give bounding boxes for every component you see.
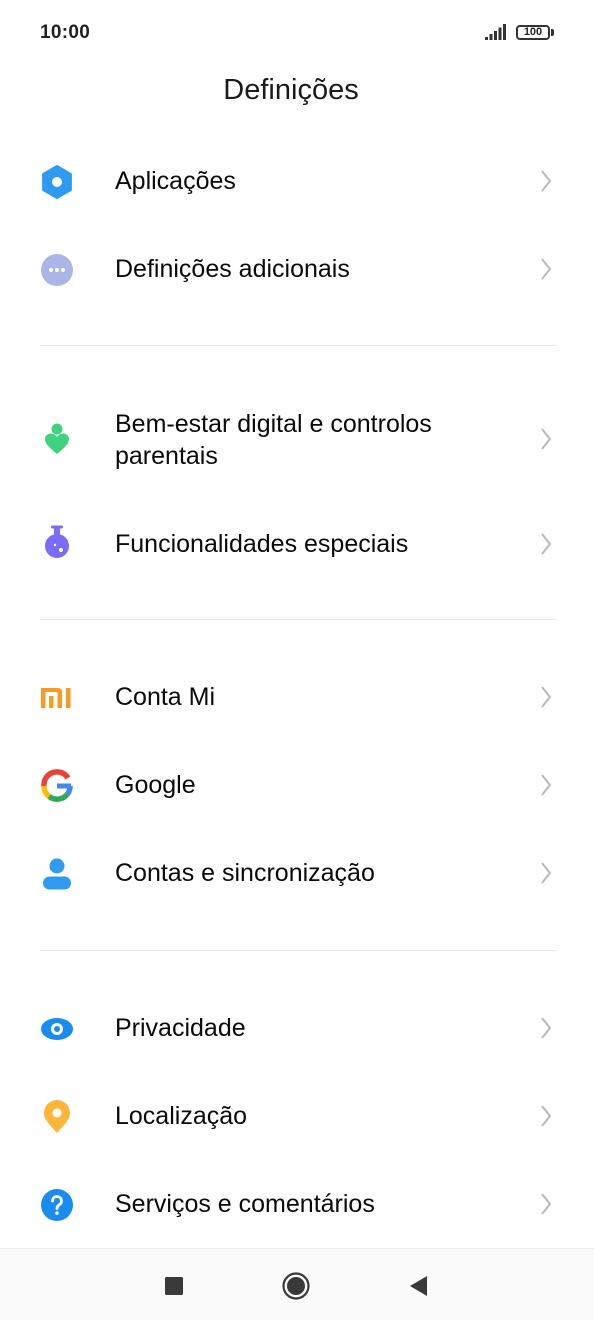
chevron-right-icon: [541, 428, 552, 450]
battery-level: 100: [523, 26, 543, 38]
settings-item-mi-account[interactable]: Conta Mi: [0, 666, 594, 730]
recents-button[interactable]: [157, 1269, 191, 1303]
battery-cap: [551, 29, 554, 36]
chevron-right-icon: [541, 170, 552, 192]
settings-item-accounts-sync[interactable]: Contas e sincronização: [0, 842, 594, 906]
google-logo-icon: [41, 769, 73, 802]
mi-logo-icon: [41, 688, 71, 708]
page-title: Definições: [223, 74, 359, 106]
chevron-right-icon: [541, 862, 552, 884]
status-bar: 10:00 100: [0, 0, 594, 66]
settings-item-label: Serviços e comentários: [115, 1190, 375, 1218]
eye-icon: [41, 1018, 73, 1040]
navigation-bar: [0, 1248, 594, 1320]
section-divider: [40, 619, 556, 620]
settings-item-special-features[interactable]: Funcionalidades especiais: [0, 512, 594, 576]
settings-item-additional-settings[interactable]: Definições adicionais: [0, 238, 594, 302]
settings-item-digital-wellbeing[interactable]: Bem-estar digital e controlos parentais: [0, 400, 594, 480]
chevron-right-icon: [541, 1017, 552, 1039]
signal-icon: [485, 24, 506, 40]
settings-item-privacy[interactable]: Privacidade: [0, 997, 594, 1061]
section-divider: [40, 950, 556, 951]
chevron-right-icon: [541, 774, 552, 796]
home-button[interactable]: [279, 1269, 313, 1303]
chevron-right-icon: [541, 533, 552, 555]
battery-icon: 100: [516, 25, 550, 40]
more-dots-icon: [41, 254, 73, 286]
settings-item-label: Localização: [115, 1102, 248, 1130]
chevron-right-icon: [541, 1193, 552, 1215]
settings-item-google[interactable]: Google: [0, 754, 594, 818]
settings-item-label: Funcionalidades especiais: [115, 530, 409, 558]
chevron-right-icon: [541, 686, 552, 708]
gear-icon: [42, 165, 72, 199]
location-pin-icon: [44, 1100, 70, 1133]
settings-item-applications[interactable]: Aplicações: [0, 150, 594, 214]
settings-item-label: Bem-estar digital e controlos parentais: [115, 410, 432, 470]
wellbeing-icon: [45, 423, 69, 454]
status-time: 10:00: [40, 22, 91, 43]
settings-item-label: Privacidade: [115, 1014, 246, 1042]
settings-item-label: Google: [115, 771, 196, 799]
settings-item-label: Definições adicionais: [115, 255, 350, 283]
settings-item-label: Aplicações: [115, 167, 236, 195]
account-icon: [43, 858, 71, 890]
flask-icon: [45, 525, 69, 558]
settings-item-label: Conta Mi: [115, 683, 216, 711]
settings-item-location[interactable]: Localização: [0, 1085, 594, 1149]
chevron-right-icon: [541, 1105, 552, 1127]
chevron-right-icon: [541, 258, 552, 280]
help-icon: [41, 1189, 73, 1221]
back-button[interactable]: [401, 1269, 435, 1303]
settings-item-label: Contas e sincronização: [115, 859, 375, 887]
settings-item-services-feedback[interactable]: Serviços e comentários: [0, 1173, 594, 1237]
section-divider: [40, 345, 556, 346]
